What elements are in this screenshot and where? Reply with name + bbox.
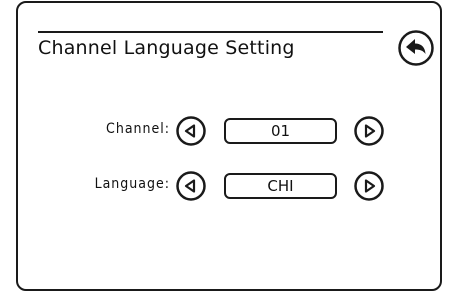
back-button[interactable]: [397, 29, 435, 67]
arrow-left-icon: [176, 116, 206, 146]
back-arrow-icon: [398, 30, 434, 66]
page-title: Channel Language Setting: [38, 37, 295, 59]
channel-next-button[interactable]: [353, 115, 385, 147]
arrow-right-icon: [354, 116, 384, 146]
channel-prev-button[interactable]: [175, 115, 207, 147]
arrow-right-icon: [354, 171, 384, 201]
channel-label: Channel:: [106, 121, 170, 137]
title-divider: [38, 31, 383, 33]
language-setting-row: Language: CHI: [0, 169, 456, 203]
arrow-left-icon: [176, 171, 206, 201]
channel-value[interactable]: 01: [224, 118, 337, 144]
language-next-button[interactable]: [353, 170, 385, 202]
language-prev-button[interactable]: [175, 170, 207, 202]
channel-setting-row: Channel: 01: [0, 114, 456, 148]
language-label: Language:: [94, 176, 170, 192]
language-value[interactable]: CHI: [224, 173, 337, 199]
